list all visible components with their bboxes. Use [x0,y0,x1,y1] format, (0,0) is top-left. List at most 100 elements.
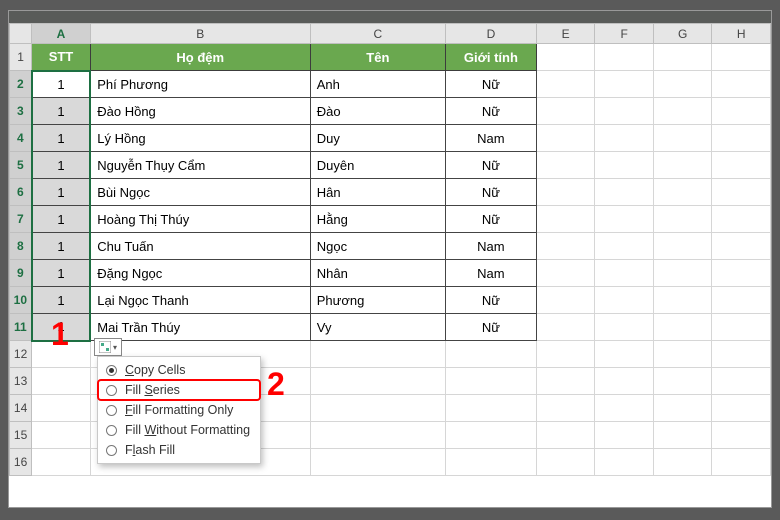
header-gioitinh[interactable]: Giới tính [445,44,536,71]
menu-item-fill-series[interactable]: Fill Series [98,380,260,400]
empty-cell[interactable] [712,449,771,476]
empty-cell[interactable] [310,422,445,449]
empty-cell[interactable] [310,368,445,395]
row-header-3[interactable]: 3 [10,98,32,125]
empty-cell[interactable] [595,71,654,98]
empty-cell[interactable] [536,449,595,476]
row-header-8[interactable]: 8 [10,233,32,260]
cell-stt[interactable]: 1 [32,98,91,125]
empty-cell[interactable] [32,341,91,368]
empty-cell[interactable] [653,314,712,341]
empty-cell[interactable] [595,287,654,314]
cell-ten[interactable]: Ngọc [310,233,445,260]
empty-cell[interactable] [536,233,595,260]
menu-item-copy-cells[interactable]: Copy Cells [98,360,260,380]
empty-cell[interactable] [653,422,712,449]
empty-cell[interactable] [595,368,654,395]
select-all-corner[interactable] [10,24,32,44]
empty-cell[interactable] [653,260,712,287]
empty-cell[interactable] [595,125,654,152]
header-hodem[interactable]: Họ đệm [90,44,310,71]
header-stt[interactable]: STT [32,44,91,71]
cell-gioitinh[interactable]: Nữ [445,287,536,314]
cell-stt[interactable]: 1 [32,152,91,179]
empty-cell[interactable] [595,341,654,368]
cell-ten[interactable]: Duyên [310,152,445,179]
empty-cell[interactable] [536,368,595,395]
row-header-12[interactable]: 12 [10,341,32,368]
empty-cell[interactable] [653,44,712,71]
empty-cell[interactable] [653,206,712,233]
empty-cell[interactable] [712,179,771,206]
cell-ten[interactable]: Duy [310,125,445,152]
row-header-10[interactable]: 10 [10,287,32,314]
empty-cell[interactable] [595,152,654,179]
cell-gioitinh[interactable]: Nữ [445,71,536,98]
empty-cell[interactable] [712,125,771,152]
cell-stt[interactable]: 1 [32,260,91,287]
empty-cell[interactable] [653,341,712,368]
row-header-7[interactable]: 7 [10,206,32,233]
cell-hodem[interactable]: Đặng Ngọc [90,260,310,287]
row-header-1[interactable]: 1 [10,44,32,71]
empty-cell[interactable] [712,341,771,368]
cell-hodem[interactable]: Lại Ngọc Thanh [90,287,310,314]
col-C[interactable]: C [310,24,445,44]
empty-cell[interactable] [32,368,91,395]
col-B[interactable]: B [90,24,310,44]
empty-cell[interactable] [536,206,595,233]
cell-stt[interactable]: 1 [32,125,91,152]
empty-cell[interactable] [536,71,595,98]
cell-ten[interactable]: Hằng [310,206,445,233]
empty-cell[interactable] [653,233,712,260]
cell-ten[interactable]: Hân [310,179,445,206]
row-header-5[interactable]: 5 [10,152,32,179]
menu-item-fill-without-formatting[interactable]: Fill Without Formatting [98,420,260,440]
empty-cell[interactable] [536,314,595,341]
cell-gioitinh[interactable]: Nữ [445,98,536,125]
empty-cell[interactable] [712,287,771,314]
empty-cell[interactable] [536,422,595,449]
col-F[interactable]: F [595,24,654,44]
empty-cell[interactable] [712,44,771,71]
empty-cell[interactable] [712,152,771,179]
empty-cell[interactable] [445,341,536,368]
cell-stt[interactable]: 1 [32,287,91,314]
empty-cell[interactable] [712,98,771,125]
cell-hodem[interactable]: Chu Tuấn [90,233,310,260]
cell-gioitinh[interactable]: Nam [445,233,536,260]
cell-hodem[interactable]: Đào Hồng [90,98,310,125]
empty-cell[interactable] [595,422,654,449]
cell-ten[interactable]: Đào [310,98,445,125]
empty-cell[interactable] [445,368,536,395]
empty-cell[interactable] [536,98,595,125]
autofill-options-button[interactable]: ▾ [94,338,122,356]
empty-cell[interactable] [653,395,712,422]
cell-hodem[interactable]: Hoàng Thị Thúy [90,206,310,233]
cell-hodem[interactable]: Bùi Ngọc [90,179,310,206]
empty-cell[interactable] [595,44,654,71]
cell-stt[interactable]: 1 [32,233,91,260]
col-G[interactable]: G [653,24,712,44]
empty-cell[interactable] [653,71,712,98]
cell-ten[interactable]: Anh [310,71,445,98]
row-header-6[interactable]: 6 [10,179,32,206]
col-A[interactable]: A [32,24,91,44]
col-D[interactable]: D [445,24,536,44]
empty-cell[interactable] [536,44,595,71]
empty-cell[interactable] [712,260,771,287]
col-E[interactable]: E [536,24,595,44]
header-ten[interactable]: Tên [310,44,445,71]
empty-cell[interactable] [712,368,771,395]
empty-cell[interactable] [595,233,654,260]
empty-cell[interactable] [536,341,595,368]
row-header-2[interactable]: 2 [10,71,32,98]
cell-hodem[interactable]: Nguyễn Thụy Cẩm [90,152,310,179]
cell-hodem[interactable]: Lý Hồng [90,125,310,152]
empty-cell[interactable] [653,98,712,125]
empty-cell[interactable] [653,449,712,476]
row-header-14[interactable]: 14 [10,395,32,422]
cell-stt[interactable]: 1 [32,71,91,98]
empty-cell[interactable] [595,314,654,341]
cell-gioitinh[interactable]: Nữ [445,206,536,233]
